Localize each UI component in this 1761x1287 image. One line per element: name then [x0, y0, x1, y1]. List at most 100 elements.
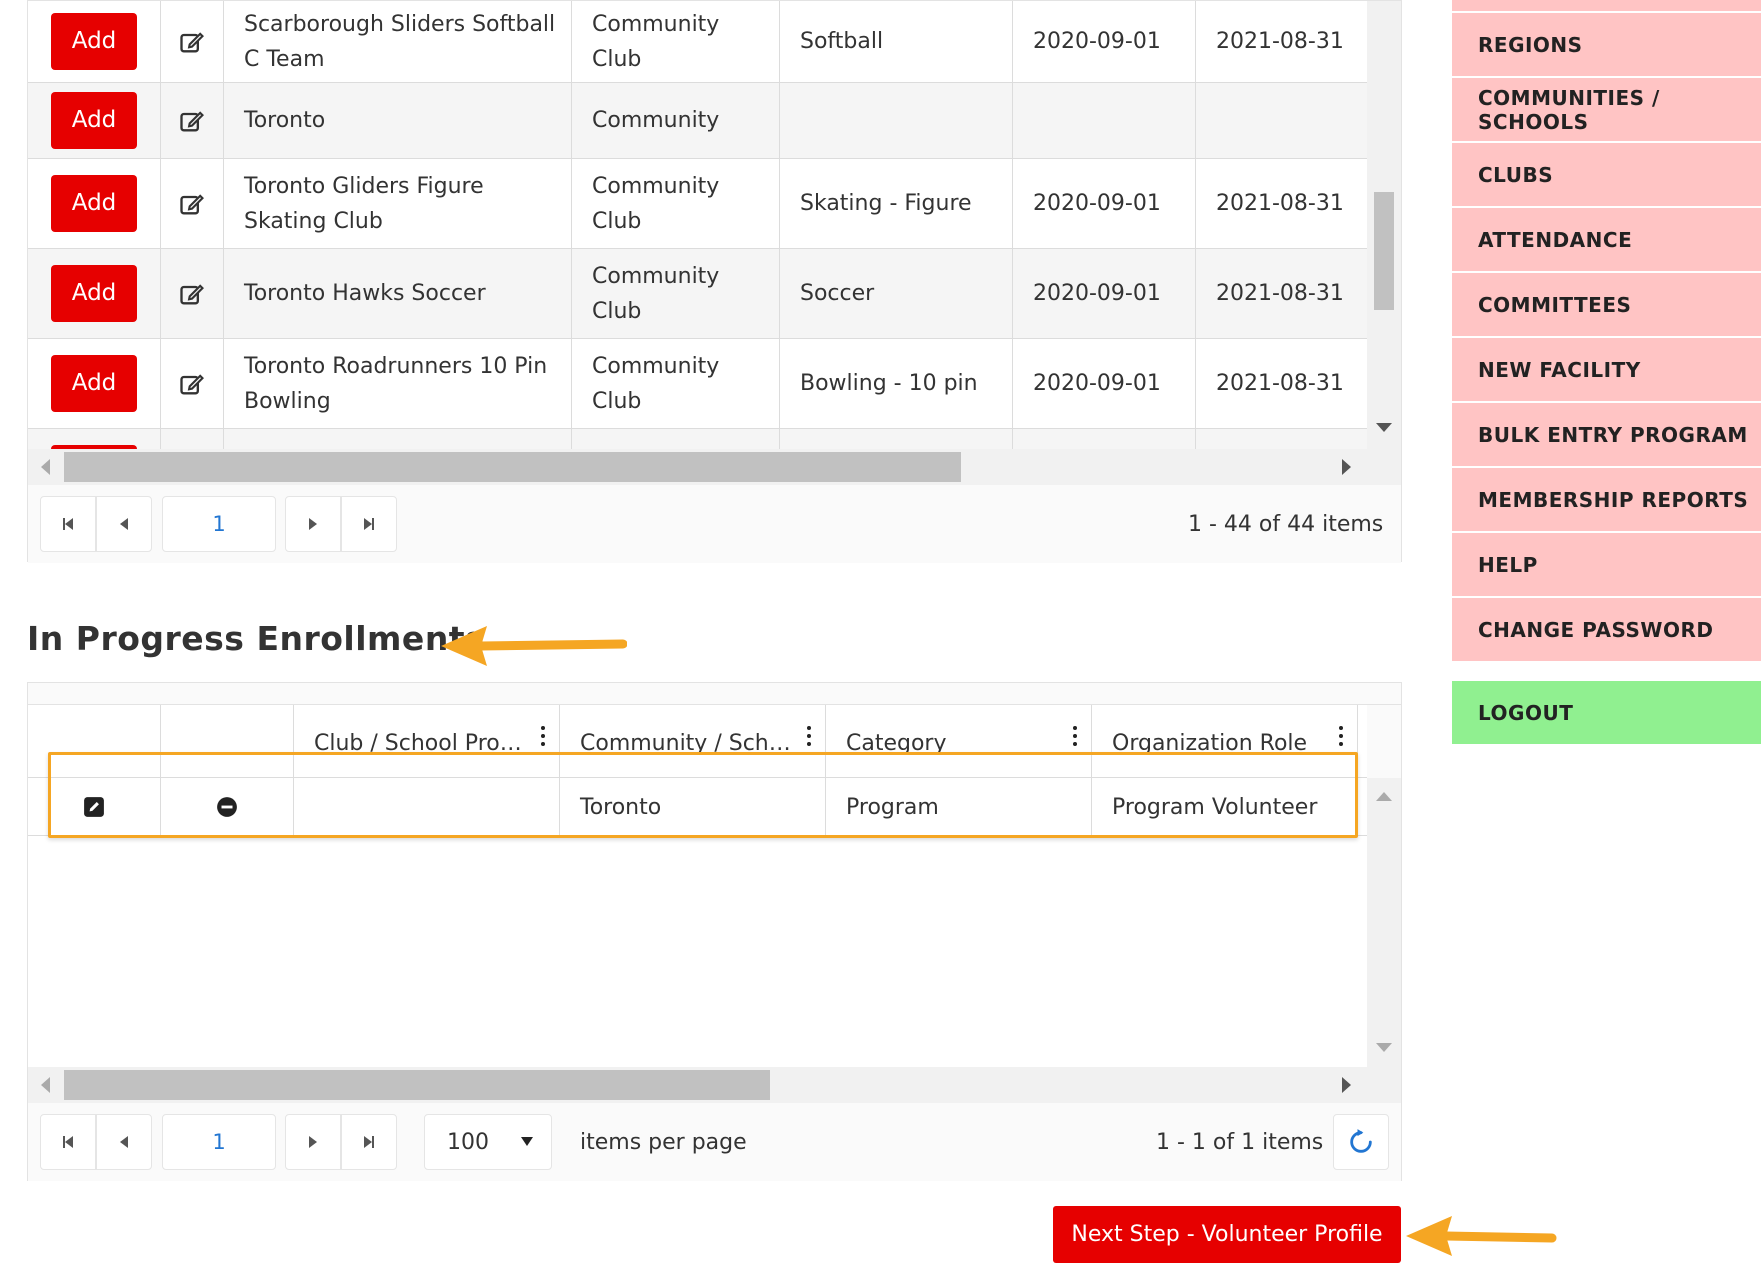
- vertical-scrollbar[interactable]: [1367, 778, 1401, 1067]
- scroll-up-arrow-icon[interactable]: [1376, 792, 1392, 801]
- club-name: Toronto Hawks Soccer: [224, 249, 572, 338]
- club-type-cont: Club: [592, 388, 642, 414]
- next-page-button[interactable]: [285, 496, 341, 552]
- next-step-button[interactable]: Next Step - Volunteer Profile: [1053, 1206, 1401, 1263]
- column-header-label: Organization Role: [1112, 731, 1308, 756]
- add-button[interactable]: Add: [51, 265, 137, 322]
- table-row: Add Toronto Gliders Figure Skating Club C…: [28, 159, 1367, 249]
- club-type-cont: Club: [592, 298, 642, 324]
- in-progress-grid: Club / School Pro… Community / Sch… Cate…: [27, 682, 1402, 1181]
- club-type-cont: Club: [592, 208, 642, 234]
- column-header-label: Category: [846, 731, 947, 756]
- add-button[interactable]: Add: [51, 175, 137, 232]
- current-page[interactable]: 1: [162, 496, 276, 552]
- club-sport: Soccer: [780, 249, 1013, 338]
- refresh-button[interactable]: [1333, 1114, 1389, 1170]
- scroll-down-arrow-icon[interactable]: [1376, 423, 1392, 432]
- current-page[interactable]: 1: [162, 1114, 276, 1170]
- prev-page-icon: [120, 518, 128, 530]
- clubs-grid: Add Scarborough Sliders Softball C Team C…: [27, 0, 1402, 563]
- sidebar-item-help[interactable]: HELP: [1452, 533, 1761, 597]
- club-type: Community: [592, 11, 720, 37]
- horizontal-scrollbar[interactable]: [28, 1067, 1401, 1103]
- scroll-right-arrow-icon[interactable]: [1342, 459, 1351, 475]
- next-page-button[interactable]: [285, 1114, 341, 1170]
- club-end-date: 2021-08-31: [1216, 281, 1344, 306]
- club-type-cont: Club: [592, 46, 642, 72]
- column-header-label: Community / Sch…: [580, 731, 791, 756]
- column-menu-icon[interactable]: [541, 726, 545, 750]
- pager: 1 1 - 44 of 44 items: [28, 485, 1401, 563]
- column-menu-icon[interactable]: [1073, 726, 1077, 750]
- role-cell: Program Volunteer: [1112, 794, 1318, 820]
- club-name: Scarborough Sliders Softball: [244, 11, 556, 37]
- first-page-button[interactable]: [40, 1114, 96, 1170]
- page-size-select[interactable]: 100: [424, 1114, 552, 1170]
- scroll-right-arrow-icon[interactable]: [1342, 1077, 1351, 1093]
- sidebar-item-communities-schools[interactable]: COMMUNITIES / SCHOOLS: [1452, 78, 1761, 142]
- program-cell: [294, 778, 560, 836]
- club-type: Community: [592, 173, 720, 199]
- club-name: Toronto: [224, 83, 572, 158]
- table-row: Add Toronto Roadrunners 10 Pin Bowling Co…: [28, 339, 1367, 429]
- column-menu-icon[interactable]: [807, 726, 811, 750]
- edit-icon[interactable]: [178, 107, 206, 135]
- sidebar-item-membership-reports[interactable]: MEMBERSHIP REPORTS: [1452, 468, 1761, 532]
- club-start-date: 2020-09-01: [1013, 159, 1196, 248]
- remove-icon[interactable]: [216, 796, 238, 818]
- column-header[interactable]: Organization Role: [1092, 705, 1358, 778]
- club-sport: Bowling - 10 pin: [780, 339, 1013, 428]
- sidebar-item-bulk-entry-program[interactable]: BULK ENTRY PROGRAM: [1452, 403, 1761, 467]
- club-type: Community: [592, 263, 720, 289]
- last-page-button[interactable]: [341, 496, 397, 552]
- club-end-date: 2021-08-31: [1216, 191, 1344, 216]
- clubs-grid-rows: Add Scarborough Sliders Softball C Team C…: [28, 1, 1367, 449]
- club-start-date: [1013, 83, 1196, 158]
- edit-icon[interactable]: [178, 28, 206, 56]
- sidebar-item-clubs[interactable]: CLUBS: [1452, 143, 1761, 207]
- table-row: Add Toronto Community: [28, 83, 1367, 159]
- column-header[interactable]: Club / School Pro…: [294, 705, 560, 778]
- items-per-page-label: items per page: [580, 1129, 747, 1155]
- page-size-value: 100: [447, 1129, 489, 1155]
- first-page-button[interactable]: [40, 496, 96, 552]
- club-name: Toronto Gliders Figure: [244, 173, 484, 199]
- sidebar-item-committees[interactable]: COMMITTEES: [1452, 273, 1761, 337]
- club-sport: Skating - Figure: [780, 159, 1013, 248]
- edit-icon[interactable]: [83, 796, 105, 818]
- sidebar-item-regions[interactable]: REGIONS: [1452, 13, 1761, 77]
- sidebar-item-logout[interactable]: LOGOUT: [1452, 681, 1761, 745]
- prev-page-button[interactable]: [96, 496, 152, 552]
- column-menu-icon[interactable]: [1339, 726, 1343, 750]
- add-button[interactable]: Add: [51, 355, 137, 412]
- prev-page-icon: [120, 1136, 128, 1148]
- horizontal-scrollbar[interactable]: [28, 449, 1401, 485]
- sidebar-item-change-password[interactable]: CHANGE PASSWORD: [1452, 598, 1761, 662]
- column-header-label: Club / School Pro…: [314, 731, 522, 756]
- annotation-arrow-icon: [1406, 1216, 1557, 1256]
- add-button[interactable]: Add: [51, 92, 137, 149]
- pager-info: 1 - 44 of 44 items: [1188, 511, 1384, 537]
- add-button[interactable]: Add: [51, 13, 137, 70]
- sidebar-item-attendance[interactable]: ATTENDANCE: [1452, 208, 1761, 272]
- prev-page-button[interactable]: [96, 1114, 152, 1170]
- edit-icon[interactable]: [178, 280, 206, 308]
- sidebar-item-new-facility[interactable]: NEW FACILITY: [1452, 338, 1761, 402]
- edit-icon[interactable]: [178, 370, 206, 398]
- scroll-left-arrow-icon[interactable]: [41, 459, 50, 475]
- column-header[interactable]: Category: [826, 705, 1092, 778]
- column-header[interactable]: Community / Sch…: [560, 705, 826, 778]
- next-page-icon: [309, 1136, 317, 1148]
- club-name-cont: Skating Club: [244, 208, 383, 234]
- last-page-icon: [364, 518, 372, 530]
- vertical-scrollbar[interactable]: [1367, 1, 1401, 449]
- scrollbar-thumb[interactable]: [64, 452, 961, 482]
- club-end-date: 2021-08-31: [1216, 371, 1344, 396]
- scrollbar-thumb[interactable]: [64, 1070, 770, 1100]
- scrollbar-thumb[interactable]: [1374, 192, 1394, 310]
- scroll-down-arrow-icon[interactable]: [1376, 1043, 1392, 1052]
- last-page-button[interactable]: [341, 1114, 397, 1170]
- scroll-left-arrow-icon[interactable]: [41, 1077, 50, 1093]
- edit-icon[interactable]: [178, 190, 206, 218]
- club-start-date: 2020-09-01: [1013, 249, 1196, 338]
